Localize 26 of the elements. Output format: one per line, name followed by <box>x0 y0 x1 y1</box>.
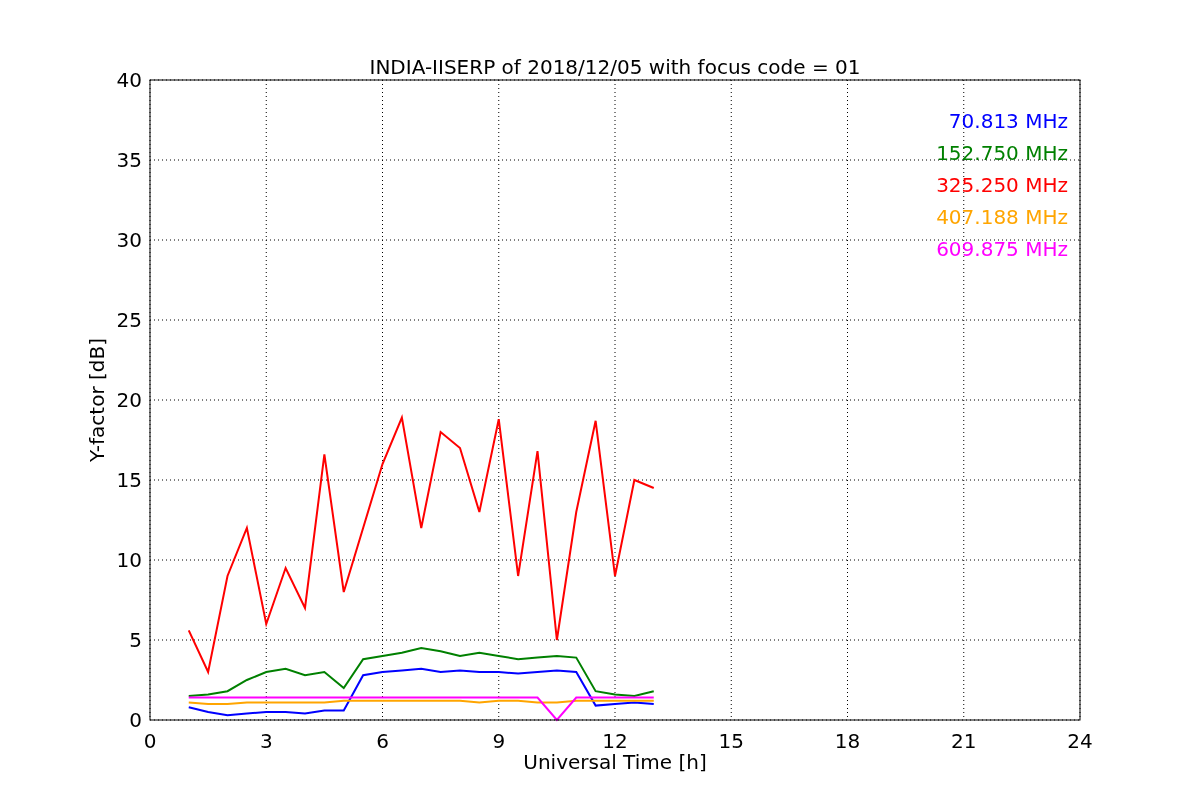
x-tick-label: 24 <box>1067 729 1093 753</box>
y-tick-label: 40 <box>116 68 142 92</box>
x-axis-label: Universal Time [h] <box>523 750 707 774</box>
legend-label: 407.188 MHz <box>936 205 1068 229</box>
y-tick-label: 35 <box>116 148 142 172</box>
y-tick-label: 10 <box>116 548 142 572</box>
chart-title: INDIA-IISERP of 2018/12/05 with focus code = 01 <box>369 55 861 79</box>
y-tick-label: 30 <box>116 228 142 252</box>
x-tick-label: 9 <box>492 729 506 753</box>
x-tick-label: 12 <box>602 729 628 753</box>
legend-label: 70.813 MHz <box>948 109 1068 133</box>
legend-label: 152.750 MHz <box>936 141 1068 165</box>
y-tick-label: 5 <box>129 628 142 652</box>
y-axis-label: Y-factor [dB] <box>85 338 109 462</box>
x-tick-label: 21 <box>951 729 977 753</box>
y-tick-label: 0 <box>129 708 142 732</box>
x-tick-label: 6 <box>376 729 389 753</box>
legend-label: 609.875 MHz <box>936 237 1068 261</box>
x-tick-label: 0 <box>143 729 157 753</box>
y-tick-label: 15 <box>116 468 142 492</box>
y-tick-label: 20 <box>116 388 142 412</box>
x-tick-label: 15 <box>718 729 744 753</box>
x-tick-label: 18 <box>834 729 861 753</box>
legend-label: 325.250 MHz <box>936 173 1068 197</box>
y-tick-label: 25 <box>116 308 142 332</box>
x-tick-label: 3 <box>259 729 273 753</box>
